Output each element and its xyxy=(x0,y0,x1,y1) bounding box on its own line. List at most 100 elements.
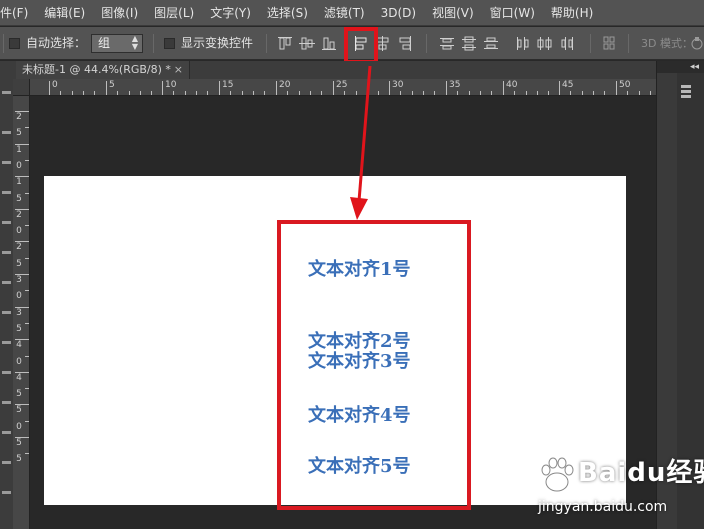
watermark-url: jingyan.baidu.com xyxy=(538,499,668,515)
ruler-label: 5 xyxy=(109,80,115,90)
lasso-tool-icon[interactable] xyxy=(2,161,11,164)
ruler-label: 30 xyxy=(392,80,404,90)
ruler-major-tick xyxy=(276,81,277,95)
ruler-label: 50 xyxy=(619,80,631,90)
healing-tool-icon[interactable] xyxy=(2,281,11,284)
ruler-label: 4 xyxy=(16,373,22,383)
auto-align-layers-icon[interactable] xyxy=(600,35,618,52)
separator xyxy=(628,34,629,53)
history-panel-icon[interactable] xyxy=(679,83,693,101)
history-brush-tool-icon[interactable] xyxy=(2,371,11,374)
menu-type[interactable]: 文字(Y) xyxy=(202,0,259,26)
ruler-label: 0 xyxy=(16,226,22,236)
crop-tool-icon[interactable] xyxy=(2,221,11,224)
watermark-brand: Baidu经验 xyxy=(578,458,704,488)
ruler-label: 2 xyxy=(16,210,22,220)
ruler-label: 5 xyxy=(16,324,22,334)
ruler-origin[interactable] xyxy=(13,79,30,96)
ruler-label: 10 xyxy=(165,80,177,90)
distribute-right-icon[interactable] xyxy=(558,35,576,52)
separator xyxy=(266,34,267,53)
watermark: Baidu经验 jingyan.baidu.com xyxy=(534,452,704,529)
menu-select[interactable]: 选择(S) xyxy=(259,0,316,26)
horizontal-ruler[interactable]: 0 5 10 15 20 25 30 35 40 45 50 xyxy=(30,79,656,96)
dropdown-arrows-icon: ▲ ▼ xyxy=(131,34,138,51)
panel-collapse-button[interactable]: ◂◂ xyxy=(657,61,704,73)
ruler-major-tick xyxy=(49,81,50,95)
separator xyxy=(590,34,591,53)
brush-tool-icon[interactable] xyxy=(2,311,11,314)
ruler-label: 0 xyxy=(16,291,22,301)
ruler-label: 40 xyxy=(506,80,518,90)
ruler-major-tick xyxy=(559,81,560,95)
ruler-label: 0 xyxy=(16,422,22,432)
eyedropper-tool-icon[interactable] xyxy=(2,251,11,254)
move-tool-icon[interactable] xyxy=(2,91,11,94)
distribute-top-icon[interactable] xyxy=(438,35,456,52)
menu-view[interactable]: 视图(V) xyxy=(424,0,482,26)
ruler-major-tick xyxy=(15,209,29,210)
separator xyxy=(426,34,427,53)
ruler-label: 1 xyxy=(16,177,22,187)
vertical-ruler[interactable]: 2 5 1 0 1 5 2 0 2 5 3 0 3 5 4 0 4 5 5 0 5 5 xyxy=(13,96,30,529)
menu-filter[interactable]: 滤镜(T) xyxy=(316,0,373,26)
ruler-label: 2 xyxy=(16,112,22,122)
blur-tool-icon[interactable] xyxy=(2,461,11,464)
ruler-major-tick xyxy=(15,144,29,145)
close-icon[interactable]: × xyxy=(174,61,183,79)
distribute-bottom-icon[interactable] xyxy=(482,35,500,52)
separator xyxy=(3,34,4,53)
menu-file[interactable]: 件(F) xyxy=(0,0,36,26)
ruler-major-tick xyxy=(15,111,29,112)
stamp-tool-icon[interactable] xyxy=(2,341,11,344)
ruler-label: 3 xyxy=(16,275,22,285)
ruler-label: 25 xyxy=(336,80,348,90)
dodge-tool-icon[interactable] xyxy=(2,491,11,494)
ruler-major-tick xyxy=(15,176,29,177)
ruler-label: 5 xyxy=(16,259,22,269)
ruler-label: 0 xyxy=(16,357,22,367)
marquee-tool-icon[interactable] xyxy=(2,131,11,134)
ruler-label: 1 xyxy=(16,145,22,155)
align-vertical-centers-icon[interactable] xyxy=(298,35,316,52)
menu-edit[interactable]: 编辑(E) xyxy=(36,0,93,26)
menu-window[interactable]: 窗口(W) xyxy=(482,0,543,26)
3d-rotate-icon[interactable] xyxy=(690,36,704,51)
ruler-major-tick xyxy=(503,81,504,95)
ruler-major-tick xyxy=(15,437,29,438)
photoshop-window: 件(F) 编辑(E) 图像(I) 图层(L) 文字(Y) 选择(S) 滤镜(T)… xyxy=(0,0,704,529)
separator xyxy=(153,34,154,53)
show-transform-checkbox[interactable] xyxy=(164,38,175,49)
document-tab[interactable]: 未标题-1 @ 44.4%(RGB/8) * × xyxy=(16,61,190,79)
eraser-tool-icon[interactable] xyxy=(2,401,11,404)
ruler-major-tick xyxy=(15,274,29,275)
menu-3d[interactable]: 3D(D) xyxy=(373,0,424,26)
auto-select-target-dropdown[interactable]: 组 ▲ ▼ xyxy=(91,34,143,53)
ruler-label: 2 xyxy=(16,242,22,252)
ruler-label: 45 xyxy=(562,80,574,90)
menu-layer[interactable]: 图层(L) xyxy=(146,0,202,26)
show-transform-label: 显示变换控件 xyxy=(181,36,254,50)
distribute-vertical-centers-icon[interactable] xyxy=(460,35,478,52)
gradient-tool-icon[interactable] xyxy=(2,431,11,434)
auto-select-checkbox[interactable] xyxy=(9,38,20,49)
ruler-major-tick xyxy=(162,81,163,95)
dropdown-value: 组 xyxy=(98,36,111,50)
distribute-horizontal-centers-icon[interactable] xyxy=(536,35,554,52)
align-right-edges-icon[interactable] xyxy=(396,35,414,52)
ruler-major-tick xyxy=(333,81,334,95)
tools-panel xyxy=(0,61,13,529)
distribute-left-icon[interactable] xyxy=(514,35,532,52)
menu-help[interactable]: 帮助(H) xyxy=(543,0,601,26)
highlight-text-layers xyxy=(277,220,471,510)
quick-select-tool-icon[interactable] xyxy=(2,191,11,194)
menu-image[interactable]: 图像(I) xyxy=(93,0,146,26)
align-top-edges-icon[interactable] xyxy=(276,35,294,52)
ruler-label: 20 xyxy=(279,80,291,90)
baidu-paw-logo xyxy=(541,457,574,492)
ruler-label: 5 xyxy=(16,194,22,204)
ruler-label: 5 xyxy=(16,438,22,448)
align-bottom-edges-icon[interactable] xyxy=(320,35,338,52)
3d-mode-label: 3D 模式： xyxy=(641,37,693,50)
ruler-major-tick xyxy=(389,81,390,95)
